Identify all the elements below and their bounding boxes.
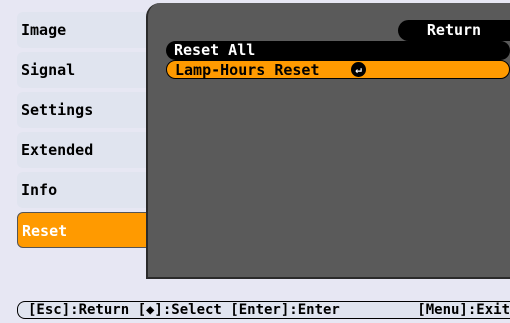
reset-all-option[interactable]: Reset All	[166, 41, 510, 60]
status-bar: [Esc]:Return [◆]:Select [Enter]:Enter [M…	[17, 301, 510, 319]
enter-icon: ↵	[351, 62, 366, 77]
status-help-right: [Menu]:Exit	[417, 302, 510, 318]
main-menu: Image Signal Settings Extended Info Rese…	[0, 0, 156, 262]
menu-item-reset[interactable]: Reset	[17, 212, 153, 248]
menu-item-image[interactable]: Image	[17, 12, 153, 48]
menu-item-signal[interactable]: Signal	[17, 52, 153, 88]
menu-item-settings[interactable]: Settings	[17, 92, 153, 128]
lamp-hours-reset-option[interactable]: Lamp-Hours Reset ↵	[166, 60, 510, 79]
reset-all-label: Reset All	[174, 41, 256, 59]
menu-item-info[interactable]: Info	[17, 172, 153, 208]
menu-item-extended[interactable]: Extended	[17, 132, 153, 168]
return-button[interactable]: Return	[398, 20, 510, 41]
lamp-hours-reset-label: Lamp-Hours Reset	[175, 61, 320, 79]
status-help-left: [Esc]:Return [◆]:Select [Enter]:Enter	[28, 302, 340, 318]
